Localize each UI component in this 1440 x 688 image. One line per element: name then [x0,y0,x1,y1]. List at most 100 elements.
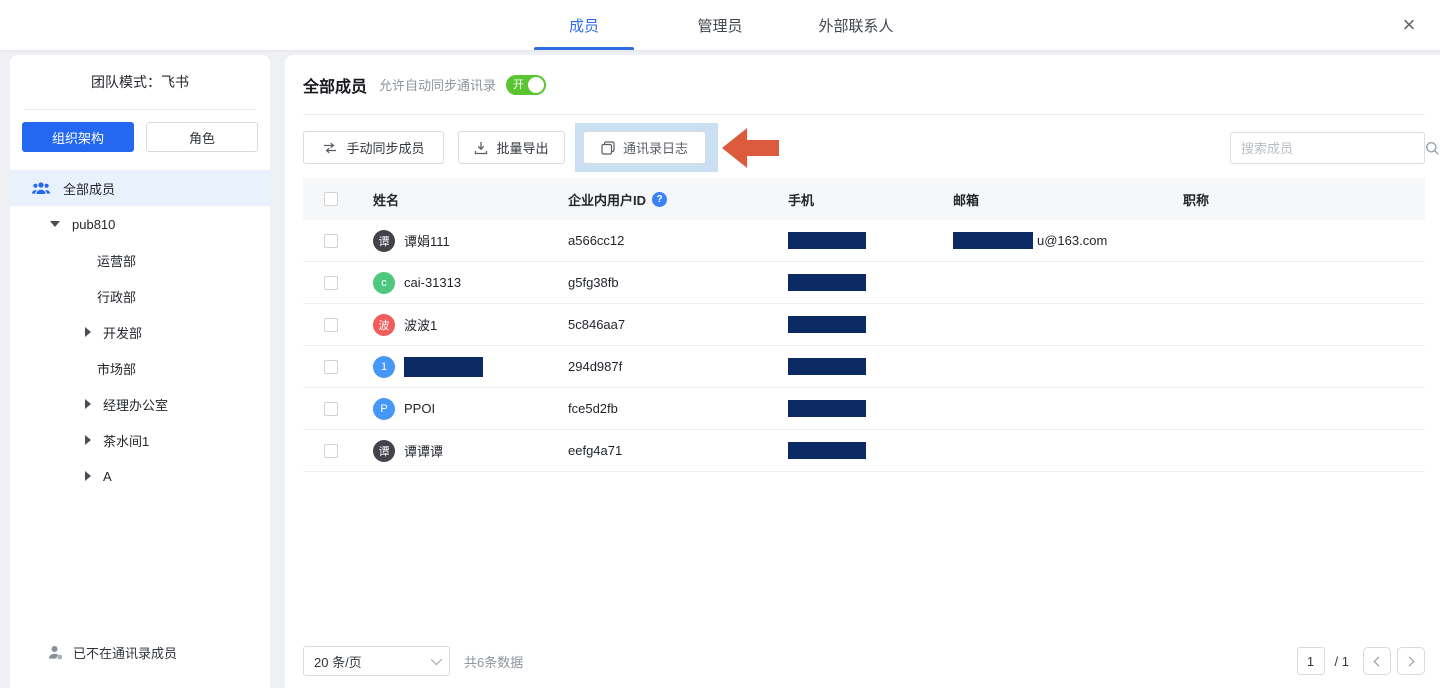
page-size-select[interactable]: 20 条/页 [303,646,450,676]
redacted-phone [788,232,866,249]
sidebar-item-former-members[interactable]: 已不在通讯录成员 [10,636,270,668]
annotation-arrow [722,128,779,168]
tree-item-label: A [103,469,112,484]
prev-page-button[interactable] [1363,647,1391,675]
sidebar-item-all-members[interactable]: 全部成员 [10,170,270,206]
auto-sync-toggle[interactable]: 开 [506,75,546,95]
sidebar-item-label: 全部成员 [63,179,115,198]
tree-item[interactable]: A [10,458,270,494]
tree-down-arrow-icon[interactable] [50,221,60,227]
tree-item[interactable]: 经理办公室 [10,386,270,422]
redacted-phone [788,316,866,333]
table-row: P PPOI fce5d2fb [303,388,1425,430]
table-row: 谭谭娟111a566cc12 u@163.com [303,220,1425,262]
avatar: 波 [373,314,395,336]
top-bar: 成员 管理员 外部联系人 × [0,0,1440,50]
tree-item-label: 市场部 [97,359,136,378]
contacts-log-button[interactable]: 通讯录日志 [583,131,706,164]
redacted-name [404,357,483,377]
tree-item[interactable]: 开发部 [10,314,270,350]
total-count-label: 共6条数据 [464,652,523,671]
page-number-input[interactable] [1297,647,1325,675]
header-user-id: 企业内用户ID ? [568,190,788,209]
tree-right-arrow-icon[interactable] [85,435,91,445]
tab-external-contacts[interactable]: 外部联系人 [806,0,906,50]
user-id-cell: fce5d2fb [568,401,788,416]
row-checkbox[interactable] [324,402,338,416]
header-phone: 手机 [788,190,953,209]
chevron-right-icon [1405,656,1415,666]
phone-cell [788,442,953,459]
row-checkbox[interactable] [324,360,338,374]
header-title: 职称 [1183,190,1425,209]
chevron-down-icon [431,654,442,665]
tree-item[interactable]: 茶水间1 [10,422,270,458]
row-checkbox[interactable] [324,234,338,248]
manual-sync-button[interactable]: 手动同步成员 [303,131,444,164]
name-cell: P PPOI [373,398,568,420]
page-title: 全部成员 [303,73,367,97]
avatar: 1 [373,356,395,378]
tab-members[interactable]: 成员 [534,0,634,50]
close-icon[interactable]: × [1394,10,1424,40]
row-checkbox[interactable] [324,444,338,458]
search-input[interactable] [1231,141,1425,156]
member-name: 波波1 [404,315,437,334]
tree-item[interactable]: 行政部 [10,278,270,314]
row-checkbox[interactable] [324,276,338,290]
tree-item-label: pub810 [72,217,115,232]
tree-item-label: 经理办公室 [103,395,168,414]
name-cell: 1 [373,356,568,378]
user-id-cell: eefg4a71 [568,443,788,458]
tab-admins[interactable]: 管理员 [670,0,770,50]
select-all-checkbox[interactable] [324,192,338,206]
page-size-value: 20 条/页 [314,652,362,671]
name-cell: 波波波1 [373,314,568,336]
name-cell: 谭谭娟111 [373,230,568,252]
tree-right-arrow-icon[interactable] [85,471,91,481]
header-user-id-label: 企业内用户ID [568,190,646,209]
org-tree: 全部成员 pub810 运营部行政部开发部市场部经理办公室茶水间1 A [10,170,270,494]
user-id-cell: a566cc12 [568,233,788,248]
org-structure-button[interactable]: 组织架构 [22,122,134,152]
tree-item[interactable]: pub810 [10,206,270,242]
name-cell: 谭谭谭谭 [373,440,568,462]
phone-cell [788,232,953,249]
member-name: 谭谭谭 [404,441,443,460]
members-panel: 全部成员 允许自动同步通讯录 开 手动同步成员 批量导出 [285,55,1440,688]
toolbar: 手动同步成员 批量导出 通讯录日志 [303,123,1425,172]
toggle-on-label: 开 [513,78,524,92]
email-cell: u@163.com [953,232,1183,249]
page-total-label: / 1 [1335,654,1349,669]
role-button[interactable]: 角色 [146,122,258,152]
user-id-cell: 5c846aa7 [568,317,788,332]
search-box [1230,132,1425,164]
tab-bar: 成员 管理员 外部联系人 [0,0,1440,50]
name-cell: ccai-31313 [373,272,568,294]
avatar: P [373,398,395,420]
phone-cell [788,400,953,417]
member-name: 谭娟111 [404,231,450,250]
manual-sync-label: 手动同步成员 [346,138,424,157]
user-id-cell: g5fg38fb [568,275,788,290]
phone-cell [788,316,953,333]
next-page-button[interactable] [1397,647,1425,675]
table-body: 谭谭娟111a566cc12 u@163.com ccai-31313g5fg38f… [303,220,1425,472]
member-name: PPOI [404,401,435,416]
sidebar-segment: 组织架构 角色 [10,110,270,152]
member-name: cai-31313 [404,275,461,290]
batch-export-label: 批量导出 [496,138,548,157]
chevron-left-icon [1374,656,1384,666]
row-checkbox[interactable] [324,318,338,332]
help-icon[interactable]: ? [652,192,667,207]
batch-export-button[interactable]: 批量导出 [458,131,565,164]
panel-header: 全部成员 允许自动同步通讯录 开 [303,55,1425,115]
phone-cell [788,358,953,375]
tree-right-arrow-icon[interactable] [85,399,91,409]
tree-item-label: 行政部 [97,287,136,306]
search-icon[interactable] [1425,141,1440,156]
tree-right-arrow-icon[interactable] [85,327,91,337]
redacted-email [953,232,1033,249]
tree-item[interactable]: 运营部 [10,242,270,278]
tree-item[interactable]: 市场部 [10,350,270,386]
